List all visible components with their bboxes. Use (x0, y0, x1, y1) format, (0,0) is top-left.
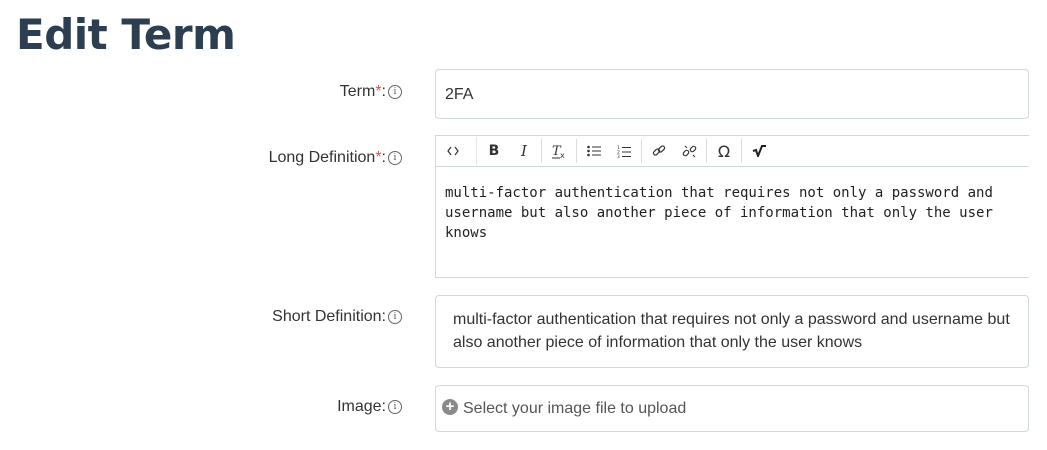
link-icon (652, 145, 666, 156)
info-icon[interactable]: i (388, 310, 402, 324)
link-button[interactable] (644, 139, 674, 163)
toolbar-separator (741, 139, 742, 163)
bold-icon: B (488, 143, 500, 159)
short-definition-label-text: Short Definition (272, 308, 382, 325)
long-definition-label: Long Definition *: i (269, 149, 402, 167)
term-input[interactable]: 2FA (435, 69, 1029, 119)
label-colon: : (381, 308, 386, 325)
editor-toolbar: B I Tx 123 Ω (436, 136, 1029, 167)
short-definition-textarea[interactable]: multi-factor authentication that require… (435, 295, 1029, 368)
special-char-button[interactable]: Ω (709, 139, 739, 163)
short-definition-value: multi-factor authentication that require… (453, 311, 1010, 351)
term-label: Term *: i (340, 83, 402, 101)
toolbar-separator (541, 139, 542, 163)
image-label: Image: i (337, 398, 402, 416)
long-definition-content[interactable]: multi-factor authentication that require… (436, 167, 1029, 259)
special-char-icon: Ω (717, 141, 731, 161)
term-value: 2FA (445, 86, 474, 103)
plus-icon: + (442, 399, 458, 415)
toolbar-separator (576, 139, 577, 163)
svg-text:3: 3 (617, 154, 620, 158)
image-label-text: Image (337, 398, 382, 415)
svg-text:x: x (560, 151, 565, 159)
label-colon: : (381, 398, 386, 415)
info-icon[interactable]: i (388, 151, 402, 165)
remove-format-icon: Tx (552, 144, 565, 159)
bold-button[interactable]: B (479, 139, 509, 163)
italic-icon: I (521, 142, 527, 160)
info-icon[interactable]: i (388, 85, 402, 99)
long-definition-label-text: Long Definition (268, 149, 376, 166)
image-upload-placeholder: Select your image file to upload (463, 399, 687, 417)
info-icon[interactable]: i (388, 400, 402, 414)
remove-format-button[interactable]: Tx (544, 139, 574, 163)
long-definition-editor[interactable]: B I Tx 123 Ω multi-factor authentication… (435, 135, 1029, 278)
image-upload-field[interactable]: + Select your image file to upload (435, 385, 1029, 432)
label-colon: : (381, 83, 386, 100)
label-colon: : (381, 149, 386, 166)
bulleted-list-button[interactable] (579, 139, 609, 163)
numbered-list-button[interactable]: 123 (609, 139, 639, 163)
toolbar-separator (476, 137, 477, 165)
source-icon (447, 146, 459, 156)
numbered-list-icon: 123 (617, 145, 631, 158)
unlink-icon (682, 145, 696, 157)
toolbar-separator (706, 139, 707, 163)
page-title: Edit Term (16, 10, 236, 59)
math-button[interactable] (744, 139, 774, 163)
unlink-button[interactable] (674, 139, 704, 163)
short-definition-label: Short Definition: i (272, 308, 402, 326)
term-label-text: Term (339, 83, 376, 100)
source-button[interactable] (438, 139, 468, 163)
math-icon (752, 145, 766, 157)
toolbar-separator (641, 139, 642, 163)
bulleted-list-icon (587, 145, 601, 157)
italic-button[interactable]: I (509, 139, 539, 163)
